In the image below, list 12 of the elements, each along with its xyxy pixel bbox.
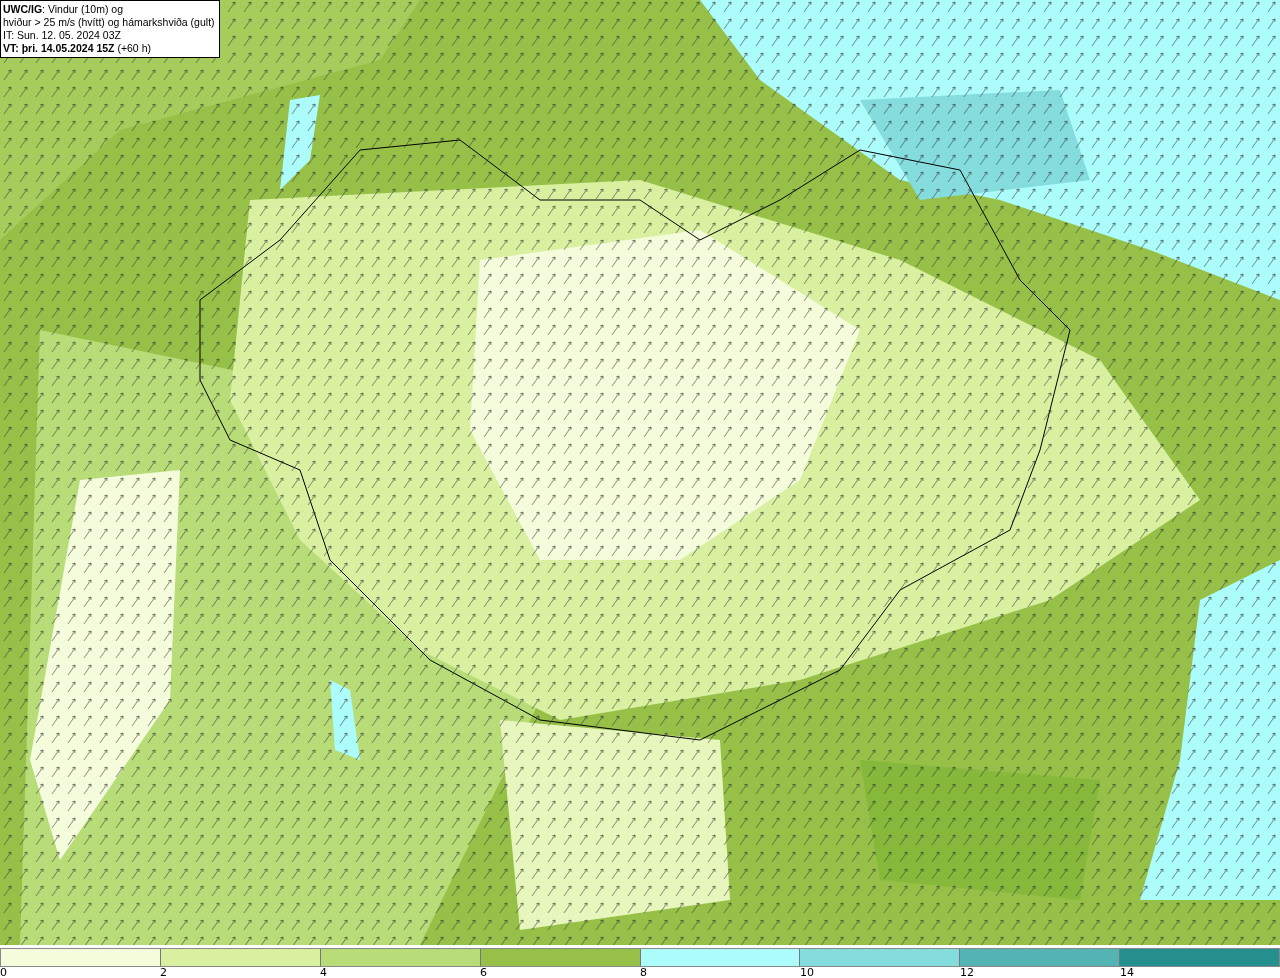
legend-tick-label: 8: [640, 966, 647, 978]
info-text: UWC/IG: Vindur (10m) og: [3, 3, 124, 16]
legend-tick-label: 4: [320, 966, 327, 978]
info-text: hviður > 25 m/s (hvítt) og hámarkshviða (gult): [3, 16, 215, 29]
legend-tick-label: 10: [800, 966, 814, 978]
legend-tick-label: 0: [0, 966, 7, 978]
info-text: VT: þri. 14.05.2024 15Z (+60 h): [3, 42, 152, 55]
legend-tick-label: 2: [160, 966, 167, 978]
legend-tick-label: 14: [1120, 966, 1134, 978]
info-text: IT: Sun. 12. 05. 2024 03Z: [3, 29, 122, 42]
legend-tick-label: 12: [960, 966, 974, 978]
legend-tick-label: 6: [480, 966, 487, 978]
